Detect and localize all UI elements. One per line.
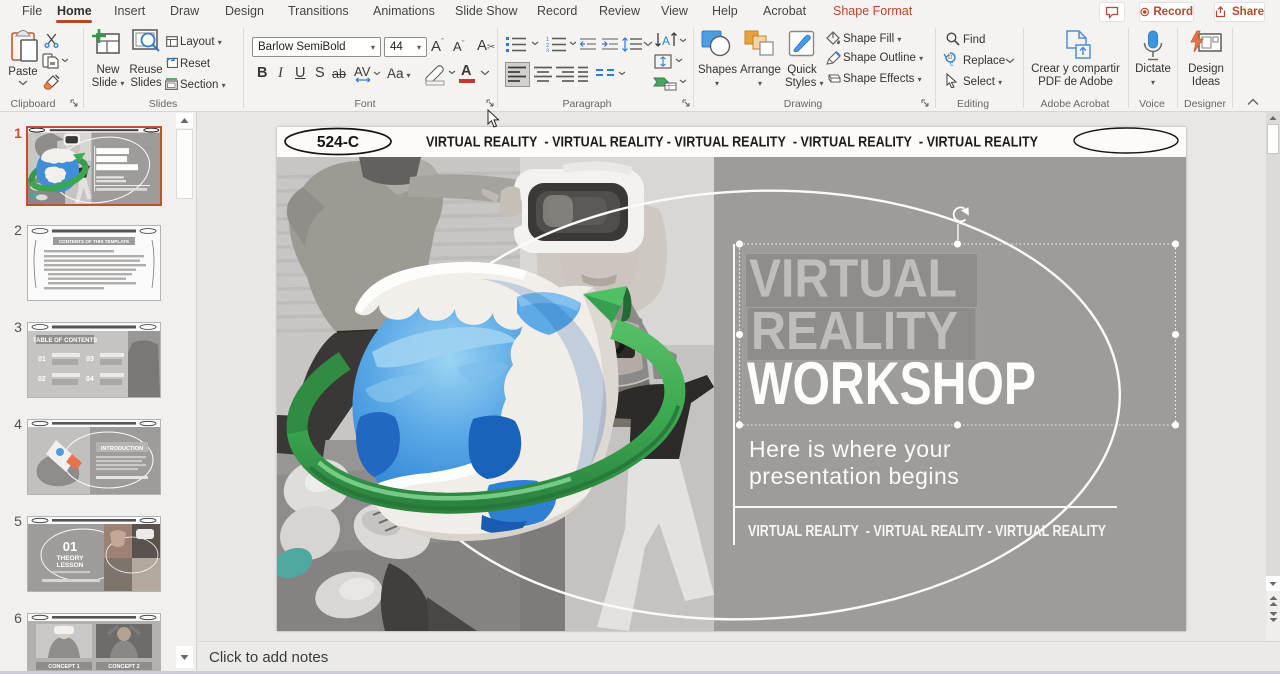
- svg-text:Here is where your: Here is where your: [749, 436, 951, 462]
- svg-text:VIRTUAL REALITY - VIRTUAL REA: VIRTUAL REALITY - VIRTUAL REALITY - VIRT…: [426, 134, 1038, 151]
- svg-text:3: 3: [546, 49, 549, 53]
- svg-text:INTRODUCTION: INTRODUCTION: [101, 446, 143, 452]
- svg-text:01: 01: [38, 356, 46, 363]
- svg-text:03: 03: [86, 356, 94, 363]
- svg-text:CONTENTS OF THIS TEMPLATE: CONTENTS OF THIS TEMPLATE: [59, 239, 129, 244]
- svg-text:LESSON: LESSON: [57, 562, 84, 569]
- svg-text:02: 02: [38, 376, 46, 383]
- svg-text:524-C: 524-C: [317, 134, 359, 151]
- svg-text:VIRTUAL REALITY - VIRTUAL REA: VIRTUAL REALITY - VIRTUAL REALITY - VIRT…: [748, 523, 1106, 540]
- svg-text:01: 01: [63, 539, 77, 554]
- svg-text:CONCEPT 1: CONCEPT 1: [48, 664, 79, 670]
- svg-text:CONCEPT 2: CONCEPT 2: [108, 664, 139, 670]
- svg-text:TABLE OF CONTENTS: TABLE OF CONTENTS: [33, 338, 97, 344]
- svg-text:04: 04: [86, 376, 94, 383]
- svg-text:THEORY: THEORY: [57, 555, 85, 562]
- svg-text:A: A: [662, 34, 670, 48]
- svg-text:presentation begins: presentation begins: [749, 463, 959, 489]
- svg-text:VIRTUAL: VIRTUAL: [749, 249, 957, 309]
- svg-text:c: c: [950, 61, 954, 67]
- svg-text:AV: AV: [354, 64, 371, 79]
- svg-text:WORKSHOP: WORKSHOP: [747, 350, 1036, 417]
